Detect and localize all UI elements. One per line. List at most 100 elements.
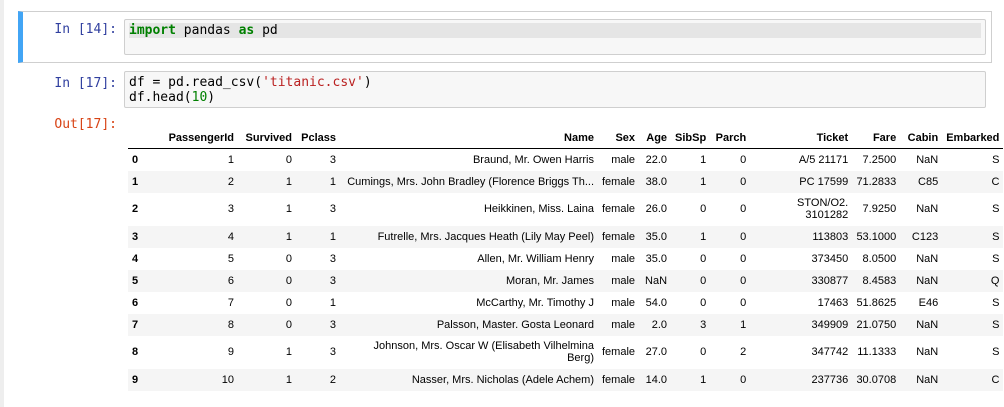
cell-sibsp: 1 [700, 175, 707, 188]
keyword-as: as [238, 23, 255, 38]
row-index: 4 [132, 252, 139, 265]
cell-parch: 0 [740, 153, 747, 166]
cell-fare: 7.9250 [862, 203, 897, 215]
code-paren: ) [207, 90, 216, 105]
current-line-highlight: import pandas as pd [129, 23, 981, 38]
cell-sex: female [602, 175, 636, 188]
cell-ticket: PC 17599 [799, 175, 849, 188]
table-row: 4 5 0 3 Allen, Mr. William Henry male 35.0 0 0 37… [128, 248, 1003, 270]
cell-sex: female [602, 346, 636, 358]
cell-pclass: 3 [329, 346, 336, 358]
row-index: 1 [132, 175, 139, 188]
column-header: Fare [852, 128, 901, 149]
dataframe-output-table: PassengerId Survived Pclass Name Sex Age… [128, 128, 1004, 391]
table-row: 2 3 1 3 Heikkinen, Miss. Laina female 26.0 0 0 ST… [128, 193, 1003, 226]
row-index: 2 [132, 203, 139, 215]
cell-passengerid: 1 [227, 153, 234, 166]
cell-embarked: S [992, 153, 1000, 166]
cell-pclass: 3 [329, 318, 336, 331]
table-header-row: PassengerId Survived Pclass Name Sex Age… [128, 128, 1004, 149]
cell-embarked: S [992, 346, 1000, 358]
cell-passengerid: 4 [227, 230, 234, 243]
cell-sex: male [611, 318, 636, 331]
cell-sibsp: 0 [700, 346, 707, 358]
cell-survived: 0 [285, 274, 292, 287]
cell-sex: male [611, 274, 636, 287]
cell-passengerid: 2 [227, 175, 234, 188]
cell-sibsp: 0 [700, 252, 707, 265]
cell-cabin: NaN [916, 274, 939, 287]
cell-sex: female [602, 373, 636, 386]
column-header: PassengerId [152, 128, 238, 149]
code-paren: ) [363, 75, 372, 90]
cell-ticket: 347742 [811, 346, 849, 358]
cell-fare: 53.1000 [856, 230, 897, 243]
cell-pclass: 2 [329, 373, 336, 386]
code-number-10: 10 [191, 90, 208, 105]
cell-embarked: S [992, 230, 1000, 243]
cell-pclass: 3 [329, 153, 336, 166]
cell-parch: 0 [740, 203, 747, 215]
column-header: Age [639, 128, 672, 149]
cell-survived: 1 [285, 230, 292, 243]
column-header: Survived [238, 128, 296, 149]
cell-sibsp: 0 [700, 203, 707, 215]
cell-survived: 0 [285, 252, 292, 265]
cell-sibsp: 1 [700, 153, 707, 166]
input-prompt-17: In [17]: [54, 76, 117, 91]
cell-passengerid: 7 [227, 296, 234, 309]
cell-survived: 0 [285, 153, 292, 166]
cell-ticket: 373450 [811, 252, 849, 265]
row-index: 0 [132, 153, 139, 166]
cell-survived: 0 [285, 318, 292, 331]
cell-fare: 71.2833 [856, 175, 897, 188]
cell-parch: 0 [740, 175, 747, 188]
column-header: Parch [710, 128, 751, 149]
cell-name: Cumings, Mrs. John Bradley (Florence Bri… [347, 175, 594, 188]
cell-name: Futrelle, Mrs. Jacques Heath (Lily May P… [377, 230, 594, 243]
row-index: 3 [132, 230, 139, 243]
cell-pclass: 3 [329, 274, 336, 287]
cell-parch: 0 [740, 230, 747, 243]
cell-age: NaN [645, 274, 668, 287]
cell-fare: 8.0500 [862, 252, 897, 265]
cell-pclass: 1 [329, 175, 336, 188]
cell-pclass: 1 [329, 230, 336, 243]
cell-name: Nasser, Mrs. Nicholas (Adele Achem) [411, 373, 594, 386]
cell-fare: 11.1333 [857, 346, 897, 358]
cell-passengerid: 6 [227, 274, 234, 287]
cell-age: 35.0 [645, 230, 668, 243]
cell-passengerid: 3 [227, 203, 234, 215]
cell-passengerid: 5 [227, 252, 234, 265]
cell-survived: 1 [285, 373, 292, 386]
code-input-import[interactable]: import pandas as pd [124, 19, 986, 55]
cell-pclass: 3 [329, 203, 336, 215]
cell-parch: 2 [740, 346, 747, 358]
column-header: Embarked [942, 128, 1004, 149]
cell-survived: 1 [285, 175, 292, 188]
cell-cabin: NaN [916, 318, 939, 331]
cell-age: 26.0 [645, 203, 668, 215]
cell-name: Johnson, Mrs. Oscar W (Elisabeth Vilhelm… [373, 340, 595, 364]
cell-name: McCarthy, Mr. Timothy J [476, 296, 594, 309]
cell-age: 38.0 [645, 175, 668, 188]
cell-parch: 0 [740, 274, 747, 287]
column-header: Pclass [296, 128, 340, 149]
row-index: 8 [132, 346, 139, 358]
cell-sex: male [611, 252, 636, 265]
cell-fare: 7.2500 [862, 153, 897, 166]
cell-sex: male [611, 153, 636, 166]
cell-ticket: 349909 [811, 318, 849, 331]
cell-parch: 0 [740, 296, 747, 309]
cell-cabin: NaN [916, 373, 939, 386]
module-name: pandas [175, 23, 239, 38]
cell-sex: female [602, 203, 636, 215]
code-read-csv: df = pd.read_csv( [129, 75, 263, 90]
cell-ticket: 237736 [811, 373, 849, 386]
cell-ticket: 330877 [811, 274, 849, 287]
cell-name: Palsson, Master. Gosta Leonard [436, 318, 594, 331]
notebook-left-rule [0, 0, 4, 407]
cell-age: 54.0 [645, 296, 668, 309]
cell-embarked: Q [990, 274, 1000, 287]
code-input-read-csv[interactable]: df = pd.read_csv('titanic.csv') df.head(… [124, 71, 986, 108]
